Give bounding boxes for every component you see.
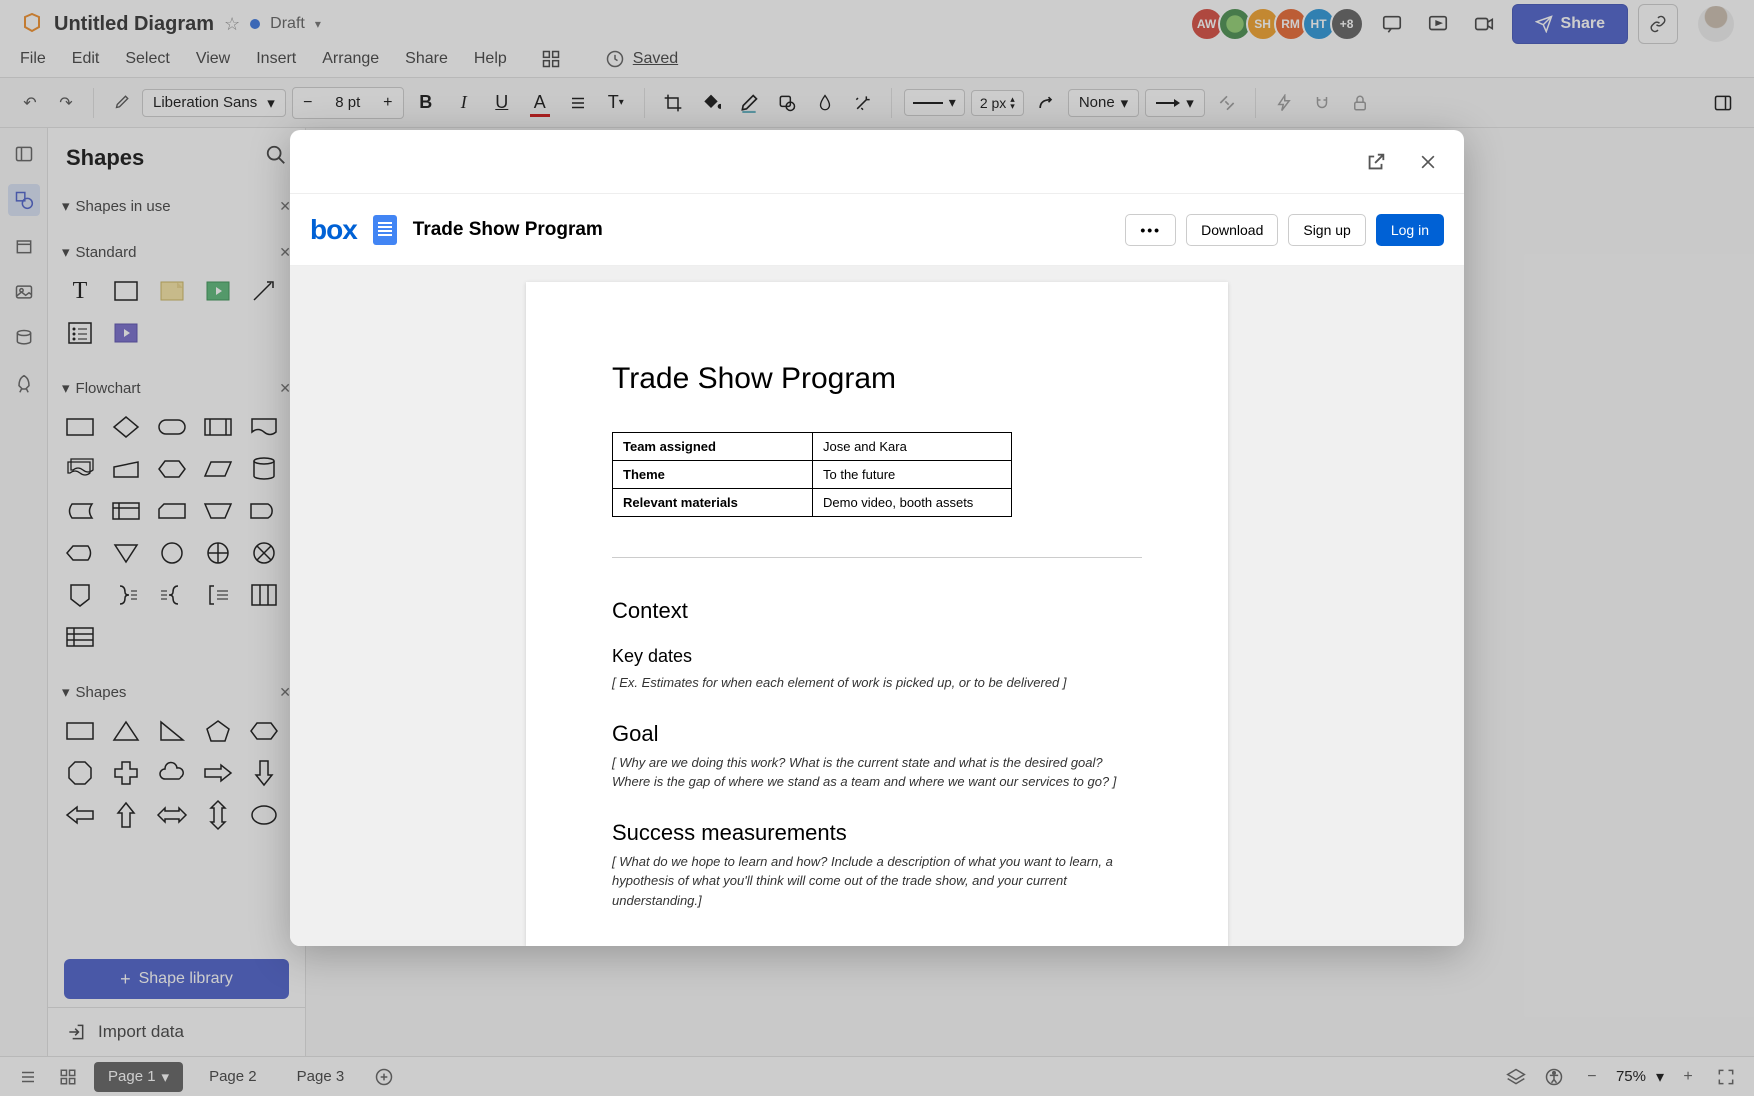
table-cell-label: Relevant materials [613,489,813,517]
doc-section-context: Context [612,598,1142,624]
table-row: Team assignedJose and Kara [613,433,1012,461]
table-cell-label: Team assigned [613,433,813,461]
doc-info-table: Team assignedJose and Kara ThemeTo the f… [612,432,1012,517]
doc-note: [ Ex. Estimates for when each element of… [612,673,1142,693]
document-page: Trade Show Program Team assignedJose and… [526,282,1228,946]
divider [612,557,1142,558]
table-row: Relevant materialsDemo video, booth asse… [613,489,1012,517]
document-icon [373,215,397,245]
table-row: ThemeTo the future [613,461,1012,489]
box-doc-title: Trade Show Program [413,219,603,241]
box-header: box Trade Show Program ••• Download Sign… [290,194,1464,266]
doc-heading: Trade Show Program [612,362,1142,396]
document-preview-area[interactable]: Trade Show Program Team assignedJose and… [290,266,1464,946]
modal-overlay: box Trade Show Program ••• Download Sign… [0,0,1754,1096]
doc-subsection-keydates: Key dates [612,646,1142,667]
download-button[interactable]: Download [1186,214,1278,246]
more-options-button[interactable]: ••• [1125,214,1176,246]
table-cell-value: Jose and Kara [813,433,1012,461]
open-external-button[interactable] [1360,146,1392,178]
doc-subsection-success: Success measurements [612,820,1142,846]
table-cell-value: To the future [813,461,1012,489]
table-cell-label: Theme [613,461,813,489]
close-modal-button[interactable] [1412,146,1444,178]
preview-modal: box Trade Show Program ••• Download Sign… [290,130,1464,946]
box-logo: box [310,214,357,246]
doc-note: [ Why are we doing this work? What is th… [612,753,1142,792]
signup-button[interactable]: Sign up [1288,214,1365,246]
login-button[interactable]: Log in [1376,214,1444,246]
doc-subsection-goal: Goal [612,721,1142,747]
table-cell-value: Demo video, booth assets [813,489,1012,517]
doc-note: [ What do we hope to learn and how? Incl… [612,852,1142,911]
